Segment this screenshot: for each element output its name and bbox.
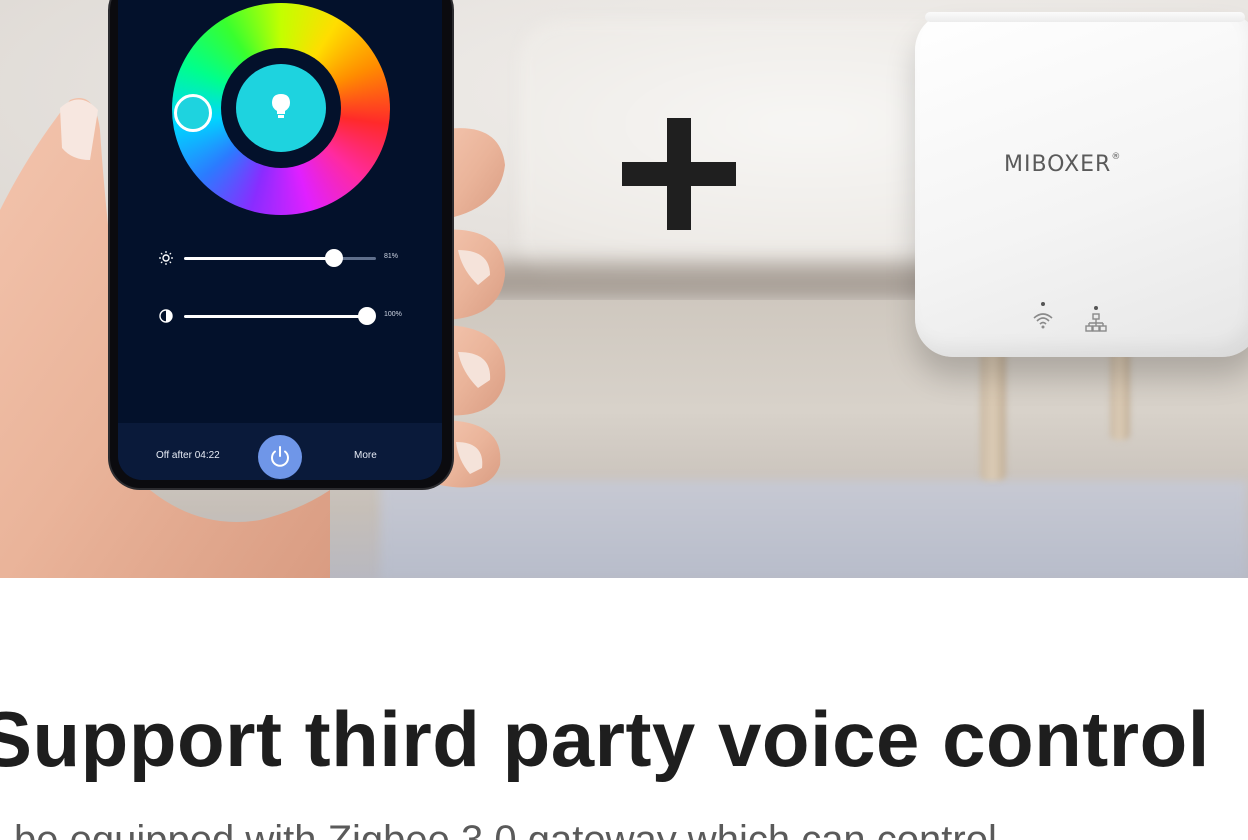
subheadline: be equipped with Zigbee 3.0 gateway whic…	[14, 818, 997, 840]
gateway-device: MIBOXER®	[915, 12, 1248, 357]
power-icon	[271, 446, 289, 467]
saturation-slider-thumb[interactable]	[358, 307, 376, 325]
hero-image: MIBOXER® 81% 100% Off after 04:22 More	[0, 0, 1248, 578]
power-button[interactable]	[258, 435, 302, 479]
off-timer-button[interactable]: Off after 04:22	[156, 450, 220, 461]
gateway-top-edge	[925, 12, 1245, 22]
network-icon	[1085, 313, 1107, 332]
headline: Support third party voice control	[0, 695, 1210, 783]
brightness-slider[interactable]: 81%	[158, 248, 418, 268]
phone-screen: 81% 100% Off after 04:22 More	[118, 0, 442, 480]
saturation-slider[interactable]: 100%	[158, 306, 418, 326]
brightness-slider-fill	[184, 257, 334, 260]
contrast-icon	[159, 309, 173, 323]
saturation-slider-fill	[184, 315, 370, 318]
color-picker-handle[interactable]	[174, 94, 212, 132]
plus-icon	[622, 118, 736, 230]
sun-icon	[159, 251, 173, 265]
more-button[interactable]: More	[354, 450, 377, 461]
gateway-brand-text: MIBOXER	[1004, 152, 1112, 177]
brightness-value: 81%	[384, 253, 399, 260]
app-bottom-bar: Off after 04:22 More	[118, 423, 442, 480]
status-led	[1041, 302, 1045, 306]
trademark-symbol: ®	[1111, 152, 1122, 162]
gateway-brand-logo: MIBOXER®	[1004, 152, 1121, 177]
wifi-icon	[1033, 313, 1053, 329]
bulb-icon	[272, 94, 290, 118]
status-led	[1094, 306, 1098, 310]
saturation-value: 100%	[384, 311, 402, 318]
page: MIBOXER® 81% 100% Off after 04:22 More S…	[0, 0, 1248, 840]
brightness-slider-thumb[interactable]	[325, 249, 343, 267]
